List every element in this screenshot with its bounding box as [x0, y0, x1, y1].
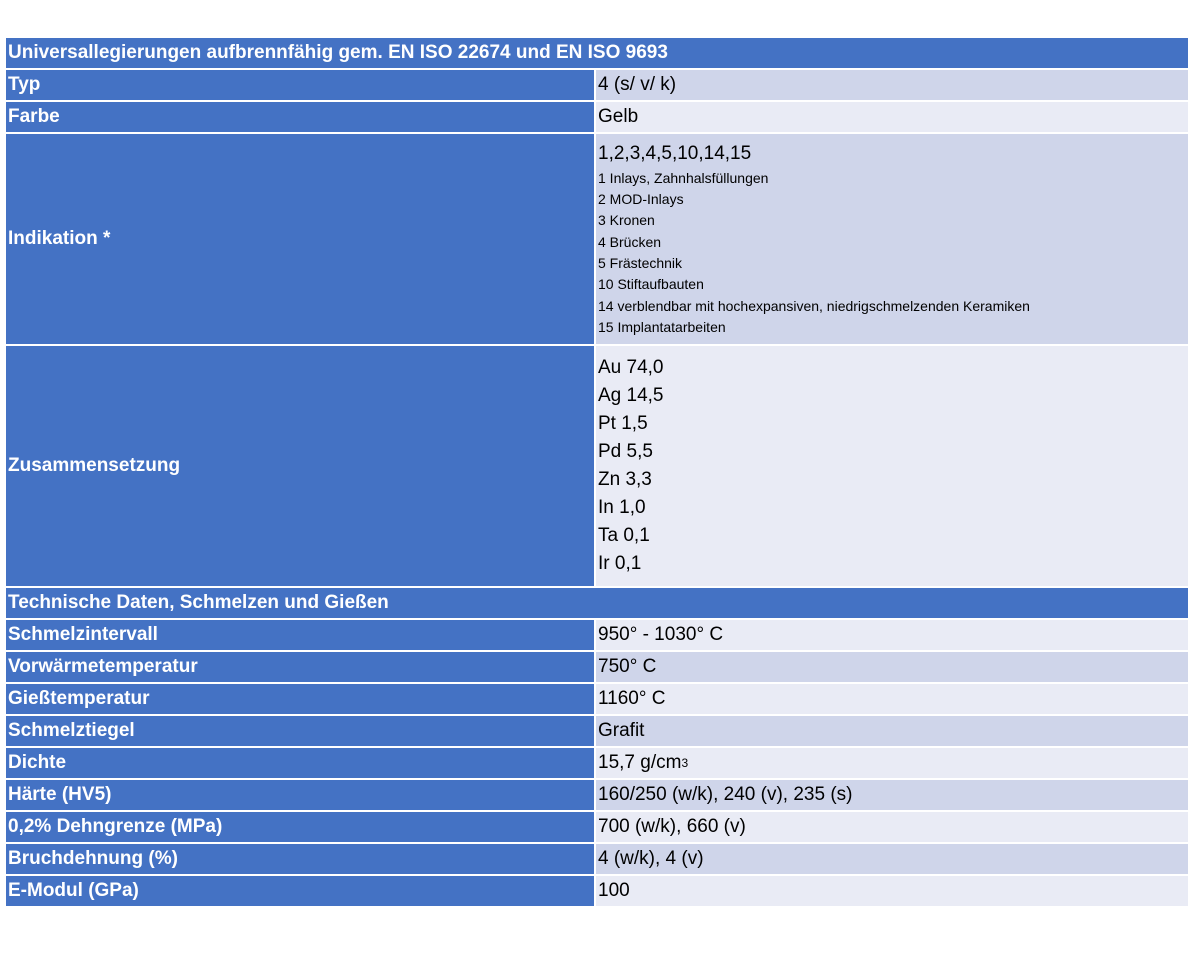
row-label: Farbe: [6, 102, 596, 132]
section-header-technical: Technische Daten, Schmelzen und Gießen: [6, 588, 1188, 620]
row-indikation: Indikation * 1,2,3,4,5,10,14,15 1 Inlays…: [6, 134, 1188, 346]
composition-item: In 1,0: [598, 497, 646, 518]
composition-item: Zn 3,3: [598, 469, 652, 490]
indikation-item: 4 Brücken: [598, 233, 662, 250]
composition-item: Ta 0,1: [598, 525, 650, 546]
density-exponent: 3: [681, 756, 689, 770]
zusammensetzung-values: Au 74,0 Ag 14,5 Pt 1,5 Pd 5,5 Zn 3,3 In …: [596, 346, 1188, 586]
row-schmelzintervall: Schmelzintervall 950° - 1030° C: [6, 620, 1188, 652]
row-farbe: Farbe Gelb: [6, 102, 1188, 134]
row-label: Zusammensetzung: [6, 346, 596, 586]
row-label: Dichte: [6, 748, 596, 778]
indikation-item: 2 MOD-Inlays: [598, 191, 684, 208]
row-giesstemperatur: Gießtemperatur 1160° C: [6, 684, 1188, 716]
alloy-spec-table: Universallegierungen aufbrennfähig gem. …: [6, 38, 1188, 908]
row-label: Schmelztiegel: [6, 716, 596, 746]
row-value: 950° - 1030° C: [596, 620, 1188, 650]
row-label: 0,2% Dehngrenze (MPa): [6, 812, 596, 842]
row-vorwaermetemperatur: Vorwärmetemperatur 750° C: [6, 652, 1188, 684]
row-label: Vorwärmetemperatur: [6, 652, 596, 682]
row-value: 700 (w/k), 660 (v): [596, 812, 1188, 842]
indikation-item: 1 Inlays, Zahnhalsfüllungen: [598, 169, 769, 186]
row-value: 1160° C: [596, 684, 1188, 714]
row-label: Gießtemperatur: [6, 684, 596, 714]
row-value: 4 (s/ v/ k): [596, 70, 1188, 100]
composition-item: Au 74,0: [598, 357, 664, 378]
row-value: 15,7 g/cm 3: [596, 748, 1188, 778]
row-haerte: Härte (HV5) 160/250 (w/k), 240 (v), 235 …: [6, 780, 1188, 812]
indikation-summary: 1,2,3,4,5,10,14,15: [598, 142, 752, 164]
indikation-item: 3 Kronen: [598, 212, 655, 229]
row-bruchdehnung: Bruchdehnung (%) 4 (w/k), 4 (v): [6, 844, 1188, 876]
row-schmelztiegel: Schmelztiegel Grafit: [6, 716, 1188, 748]
row-typ: Typ 4 (s/ v/ k): [6, 70, 1188, 102]
row-label: Schmelzintervall: [6, 620, 596, 650]
indikation-values: 1,2,3,4,5,10,14,15 1 Inlays, Zahnhalsfül…: [596, 134, 1188, 344]
row-value: 750° C: [596, 652, 1188, 682]
row-value: 160/250 (w/k), 240 (v), 235 (s): [596, 780, 1188, 810]
composition-item: Ag 14,5: [598, 385, 664, 406]
section-header-alloy: Universallegierungen aufbrennfähig gem. …: [6, 38, 1188, 70]
row-zusammensetzung: Zusammensetzung Au 74,0 Ag 14,5 Pt 1,5 P…: [6, 346, 1188, 588]
row-value: Grafit: [596, 716, 1188, 746]
row-label: E-Modul (GPa): [6, 876, 596, 906]
section-title: Technische Daten, Schmelzen und Gießen: [8, 592, 389, 613]
row-dichte: Dichte 15,7 g/cm 3: [6, 748, 1188, 780]
row-label: Härte (HV5): [6, 780, 596, 810]
row-value: Gelb: [596, 102, 1188, 132]
row-value: 4 (w/k), 4 (v): [596, 844, 1188, 874]
composition-item: Ir 0,1: [598, 553, 642, 574]
indikation-item: 10 Stiftaufbauten: [598, 276, 704, 293]
section-title: Universallegierungen aufbrennfähig gem. …: [8, 42, 668, 63]
row-e-modul: E-Modul (GPa) 100: [6, 876, 1188, 908]
row-label: Typ: [6, 70, 596, 100]
density-value: 15,7 g/cm: [598, 752, 682, 773]
row-dehngrenze: 0,2% Dehngrenze (MPa) 700 (w/k), 660 (v): [6, 812, 1188, 844]
row-label: Bruchdehnung (%): [6, 844, 596, 874]
indikation-item: 15 Implantatarbeiten: [598, 318, 726, 335]
row-label: Indikation *: [6, 134, 596, 344]
indikation-item: 14 verblendbar mit hochexpansiven, niedr…: [598, 297, 1030, 314]
indikation-item: 5 Frästechnik: [598, 255, 683, 271]
row-value: 100: [596, 876, 1188, 906]
composition-item: Pt 1,5: [598, 413, 648, 434]
composition-item: Pd 5,5: [598, 441, 653, 462]
